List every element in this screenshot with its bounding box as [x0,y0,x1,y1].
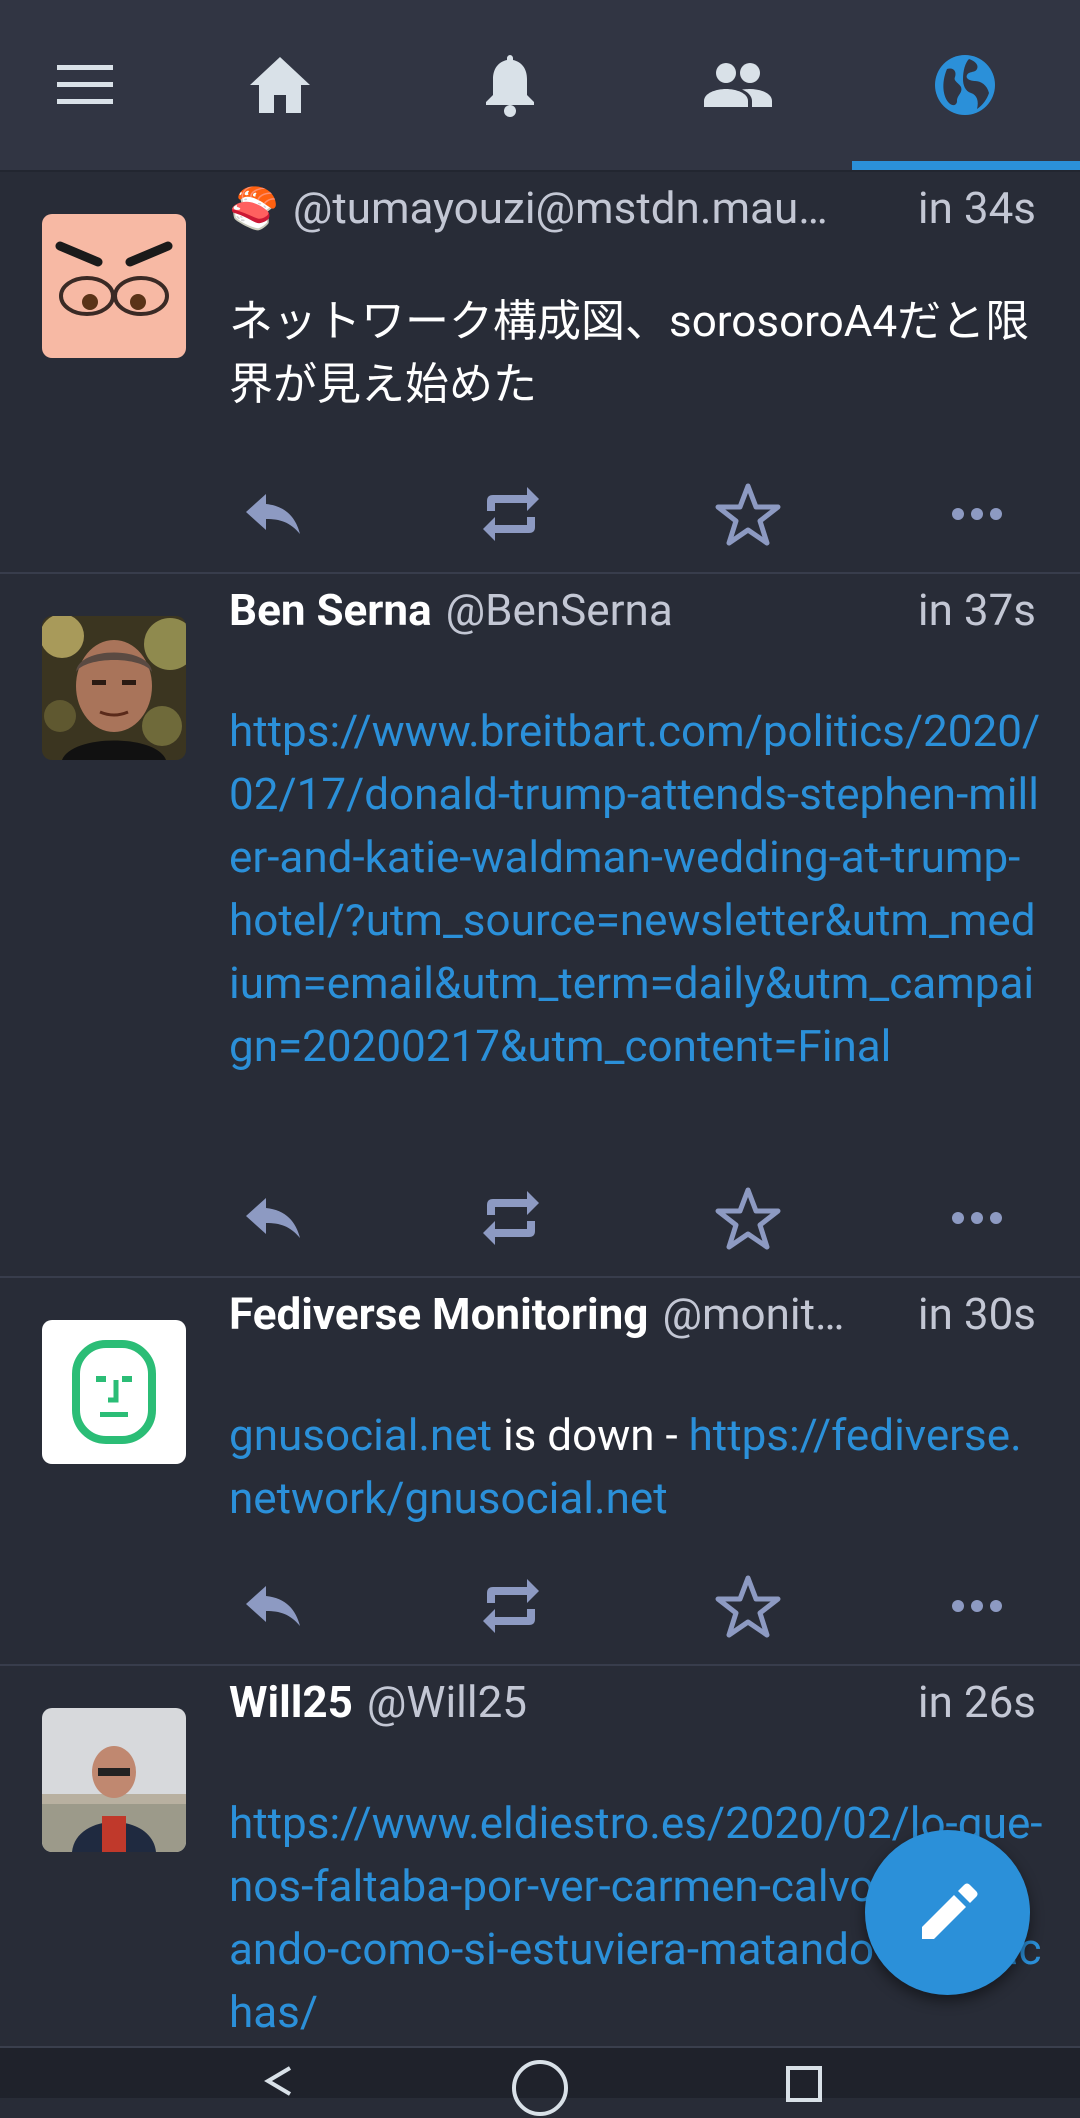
status-item[interactable]: Ben Serna @BenSerna in 37s https://www.b… [0,574,1080,1278]
globe-icon [935,55,995,115]
home-nav-icon[interactable] [510,2058,570,2118]
favourite-icon [715,1187,781,1250]
display-name[interactable]: Fediverse Monitoring [229,1288,648,1340]
status-actions [229,1178,1039,1258]
status-content: gnusocial.net is down - https://fedivers… [229,1404,1044,1530]
back-nav-icon[interactable] [262,2064,296,2098]
status-item[interactable]: 🍣 @tumayouzi@mstdn.mau… in 34s ネットワーク構成図… [0,172,1080,574]
avatar[interactable] [42,214,186,358]
people-icon [704,63,772,107]
status-actions [229,474,1039,554]
timestamp[interactable]: in 30s [918,1288,1036,1340]
boost-button[interactable] [471,1566,551,1646]
account-handle[interactable]: @tumayouzi@mstdn.mau… [293,182,894,234]
favourite-button[interactable] [708,474,788,554]
status-content: ネットワーク構成図、sorosoroA4だと限界が見え始めた [229,295,1030,410]
system-navigation-bar [0,2046,1080,2116]
timestamp[interactable]: in 26s [918,1676,1036,1728]
reply-icon [246,494,300,534]
status-link[interactable]: https://www.breitbart.com/politics/2020/… [229,705,1040,1072]
menu-button[interactable] [25,0,145,170]
top-tab-bar [0,0,1080,172]
reply-button[interactable] [233,1566,313,1646]
account-handle[interactable]: @BenSerna [446,584,894,636]
more-icon [952,1600,1002,1612]
boost-icon [483,1191,539,1245]
more-icon [952,508,1002,520]
display-name[interactable]: Will25 [229,1676,353,1728]
home-icon [250,57,310,113]
favourite-button[interactable] [708,1566,788,1646]
timestamp[interactable]: in 34s [918,182,1036,234]
status-item[interactable]: Fediverse Monitoring @monit… in 30s gnus… [0,1278,1080,1666]
menu-icon [57,65,113,104]
status-text: is down - [492,1409,689,1461]
compose-button[interactable] [865,1830,1030,1995]
more-button[interactable] [937,1178,1017,1258]
favourite-button[interactable] [708,1178,788,1258]
status-header: 🍣 @tumayouzi@mstdn.mau… in 34s [229,178,1036,238]
tab-notifications[interactable] [450,0,570,170]
boost-icon [483,487,539,541]
more-button[interactable] [937,474,1017,554]
timestamp[interactable]: in 37s [918,584,1036,636]
recents-nav-icon[interactable] [784,2064,824,2104]
compose-pencil-icon [921,1883,977,1939]
status-feed[interactable]: 🍣 @tumayouzi@mstdn.mau… in 34s ネットワーク構成図… [0,172,1080,2046]
account-handle[interactable]: @monit… [662,1288,893,1340]
tab-local[interactable] [678,0,798,170]
status-header: Fediverse Monitoring @monit… in 30s [229,1284,1036,1344]
status-content: https://www.breitbart.com/politics/2020/… [229,700,1044,1078]
status-link[interactable]: gnusocial.net [229,1409,492,1461]
reply-icon [246,1198,300,1238]
display-name[interactable]: Ben Serna [229,584,432,636]
favourite-icon [715,483,781,546]
reply-button[interactable] [233,1178,313,1258]
avatar[interactable] [42,1320,186,1464]
more-icon [952,1212,1002,1224]
status-header: Will25 @Will25 in 26s [229,1672,1036,1732]
display-name-emoji: 🍣 [229,184,279,232]
active-tab-indicator [852,161,1080,170]
boost-button[interactable] [471,1178,551,1258]
status-header: Ben Serna @BenSerna in 37s [229,580,1036,640]
bell-icon [486,55,534,117]
avatar[interactable] [42,616,186,760]
favourite-icon [715,1575,781,1638]
more-button[interactable] [937,1566,1017,1646]
avatar[interactable] [42,1708,186,1852]
status-actions [229,1566,1039,1646]
reply-icon [246,1586,300,1626]
tab-federated[interactable] [905,0,1025,170]
tab-home[interactable] [220,0,340,170]
boost-icon [483,1579,539,1633]
boost-button[interactable] [471,474,551,554]
account-handle[interactable]: @Will25 [367,1676,894,1728]
reply-button[interactable] [233,474,313,554]
